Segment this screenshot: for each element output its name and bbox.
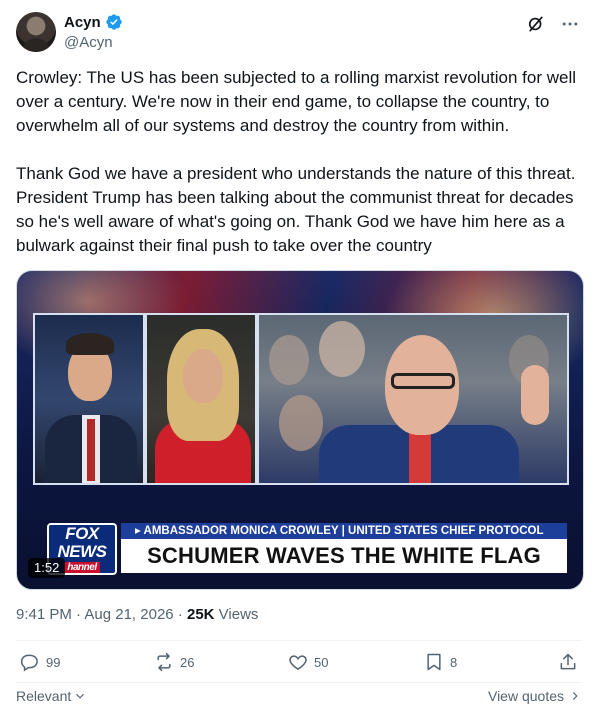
reply-sort-dropdown[interactable]: Relevant	[16, 688, 87, 704]
view-quotes-label: View quotes	[487, 688, 564, 704]
chevron-down-icon	[76, 693, 85, 699]
reply-sort-label: Relevant	[16, 688, 72, 704]
reply-icon	[20, 654, 38, 672]
views-count: 25K	[186, 606, 215, 623]
action-bar: 99 26 50 8	[16, 652, 582, 676]
bookmark-button[interactable]: 8	[424, 652, 457, 672]
reply-count: 99	[46, 654, 61, 670]
tweet-top-actions	[526, 14, 580, 34]
replies-footer: Relevant View quotes	[16, 688, 582, 708]
video-player[interactable]: FOX NEWS hannel ▸ AMBASSADOR MONICA CROW…	[16, 270, 584, 590]
tweet-time[interactable]: 9:41 PM	[16, 606, 72, 623]
news-lower-third: FOX NEWS hannel ▸ AMBASSADOR MONICA CROW…	[33, 519, 567, 579]
divider	[16, 640, 582, 641]
chevron-right-icon	[572, 692, 578, 700]
view-quotes-link[interactable]: View quotes	[488, 688, 582, 704]
repost-icon	[157, 652, 171, 672]
views-label: Views	[214, 606, 259, 623]
author-name-row[interactable]: Acyn	[64, 13, 123, 31]
bookmark-icon	[427, 653, 441, 671]
author-display-name[interactable]: Acyn	[64, 14, 101, 31]
grok-icon[interactable]	[526, 14, 546, 34]
chyron-headline: SCHUMER WAVES THE WHITE FLAG	[121, 539, 567, 573]
chyron-subtitle: ▸ AMBASSADOR MONICA CROWLEY | UNITED STA…	[121, 523, 567, 539]
share-button[interactable]	[558, 652, 578, 672]
video-panel-guest	[145, 313, 257, 485]
like-count: 50	[314, 654, 329, 670]
heart-icon	[289, 655, 307, 670]
reply-button[interactable]: 99	[20, 652, 60, 672]
avatar[interactable]	[16, 12, 56, 52]
video-panel-schumer	[257, 313, 569, 485]
video-duration-badge: 1:52	[28, 558, 66, 578]
repost-button[interactable]: 26	[154, 652, 194, 672]
bookmark-count: 8	[450, 654, 458, 670]
video-panel-host	[33, 313, 145, 485]
like-button[interactable]: 50	[288, 652, 328, 672]
repost-count: 26	[180, 654, 195, 670]
divider	[16, 682, 582, 683]
more-icon[interactable]	[560, 14, 580, 34]
share-icon	[560, 653, 576, 670]
verified-badge-icon[interactable]	[105, 13, 123, 31]
tweet-date[interactable]: Aug 21, 2026	[84, 606, 173, 623]
tweet-meta: 9:41 PM · Aug 21, 2026 · 25K Views	[16, 606, 259, 623]
author-handle[interactable]: @Acyn	[64, 34, 113, 51]
tweet-text: Crowley: The US has been subjected to a …	[16, 68, 577, 255]
